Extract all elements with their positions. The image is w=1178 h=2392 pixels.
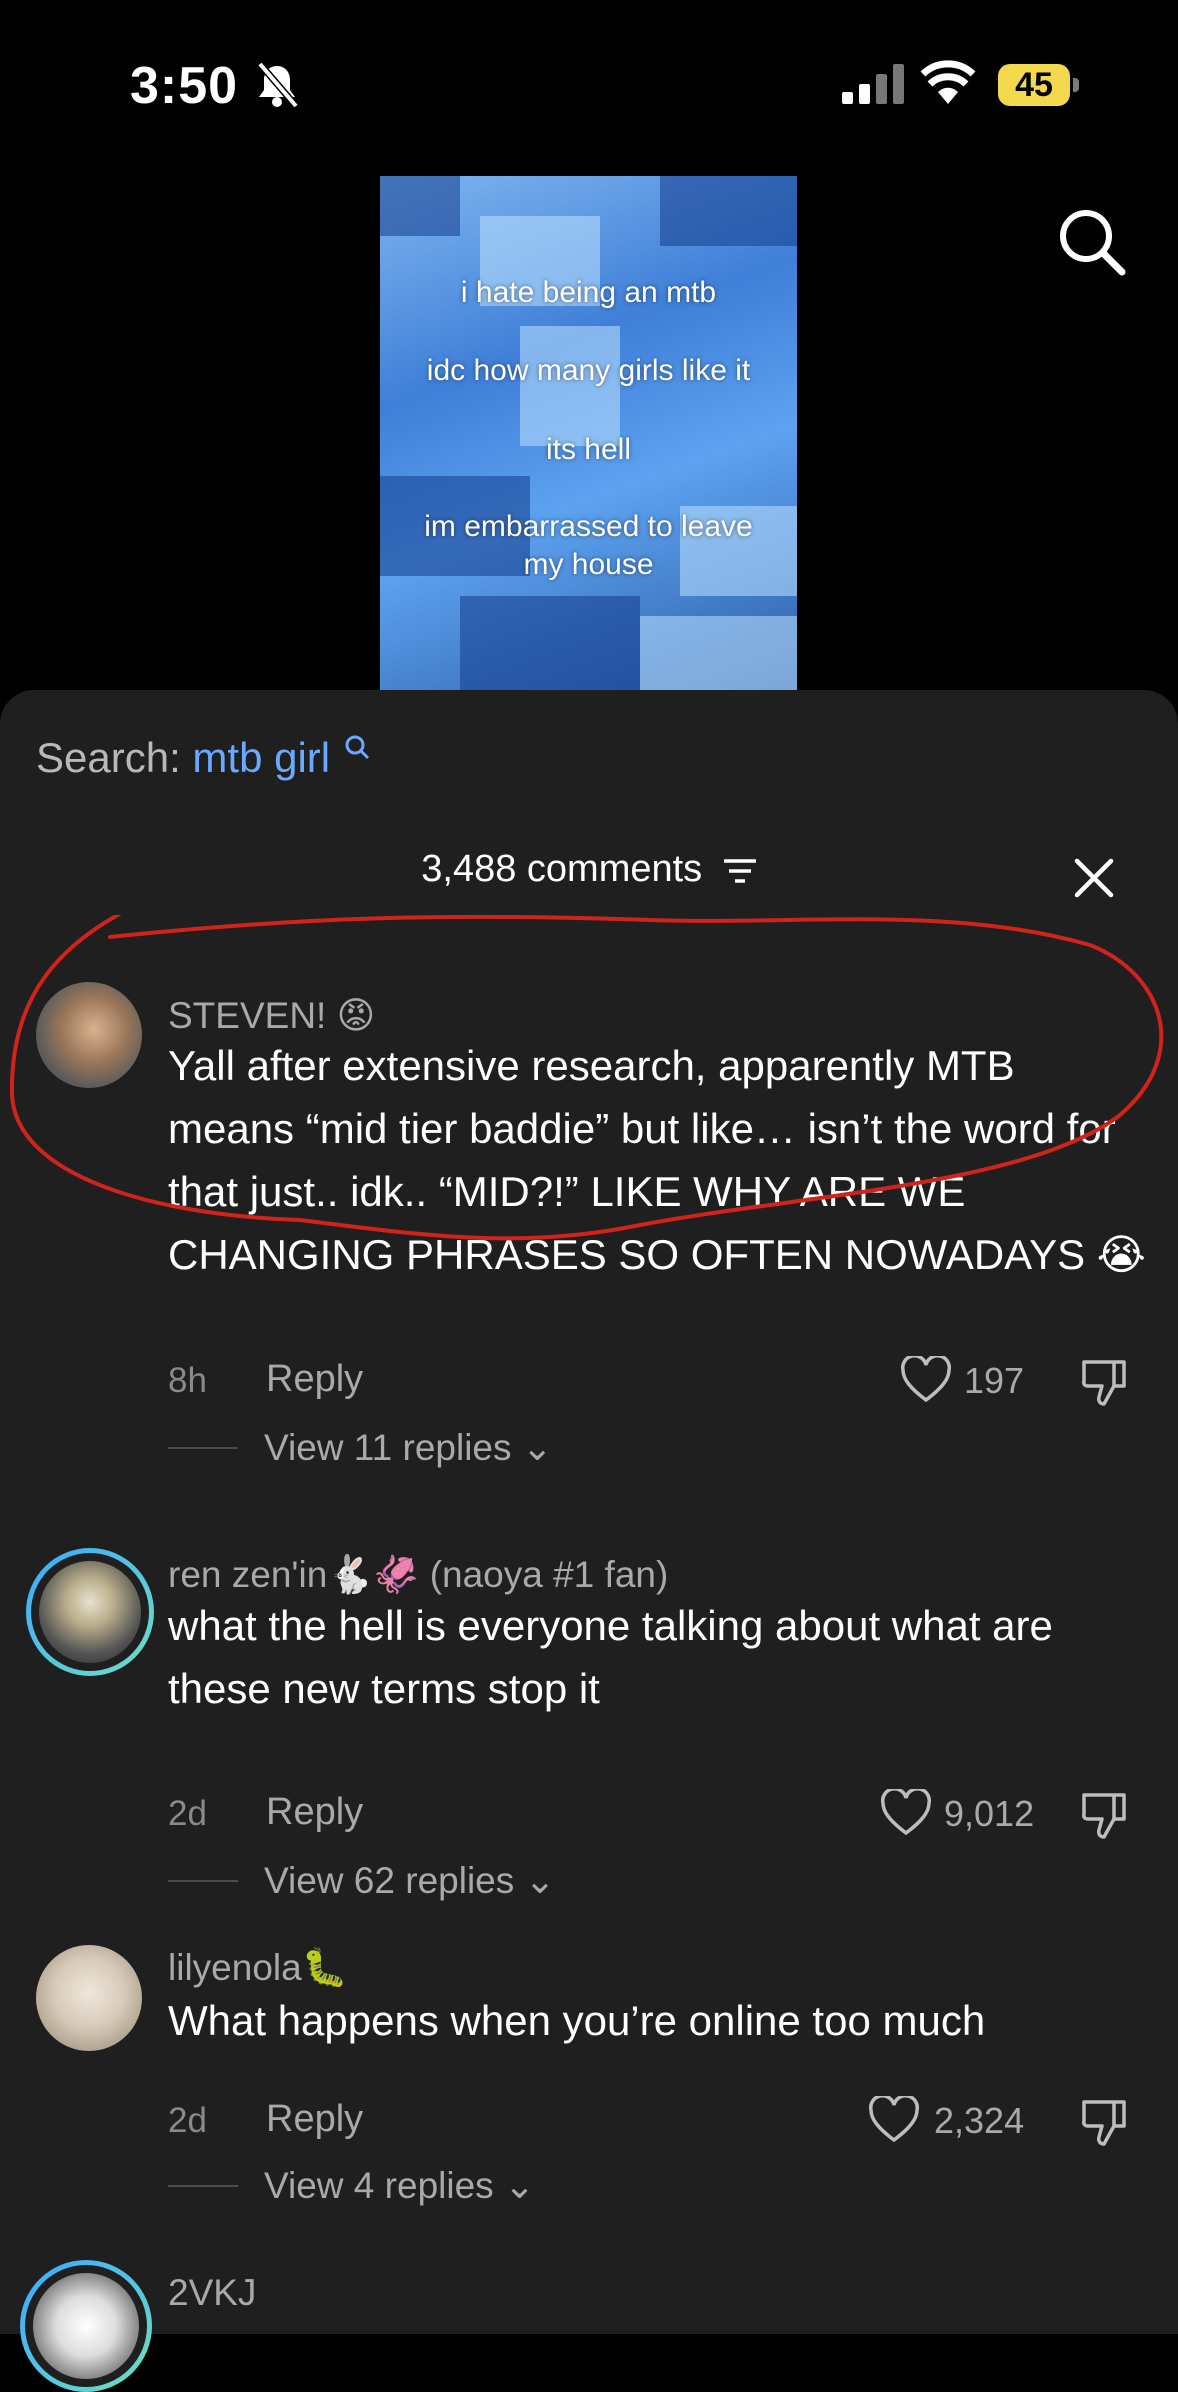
battery-indicator: 45 <box>998 64 1070 106</box>
battery-nub <box>1073 78 1079 92</box>
small-search-icon <box>345 735 369 760</box>
comment-time: 2d <box>168 1794 207 1833</box>
dislike-icon[interactable] <box>1080 1789 1132 1841</box>
search-label: Search: <box>36 734 181 781</box>
video-caption-line: i hate being an mtb <box>460 276 717 309</box>
avatar <box>39 1561 141 1663</box>
reply-button[interactable]: Reply <box>266 1791 363 1834</box>
like-count: 9,012 <box>944 1793 1035 1834</box>
search-term-link[interactable]: mtb girl <box>192 734 330 781</box>
dislike-icon[interactable] <box>1080 1356 1132 1408</box>
avatar <box>33 2273 139 2379</box>
cellular-signal-icon <box>842 64 904 104</box>
bell-muted-icon <box>257 61 299 109</box>
search-icon[interactable] <box>1058 208 1128 278</box>
comments-header: 3,488 comments <box>0 848 1178 891</box>
avatar[interactable] <box>36 1945 142 2051</box>
avatar-story-ring[interactable] <box>26 1548 154 1676</box>
like-count: 2,324 <box>934 2100 1025 2141</box>
view-replies-label: View 11 replies <box>264 1427 512 1468</box>
view-replies-label: View 62 replies <box>264 1860 515 1901</box>
status-time: 3:50 <box>130 57 239 115</box>
comment-text: What happens when you’re online too much <box>168 1997 986 2044</box>
avatar-story-ring[interactable] <box>20 2260 152 2392</box>
like-count: 197 <box>964 1360 1025 1401</box>
divider <box>168 1880 238 1882</box>
chevron-down-icon: ⌄ <box>521 1427 553 1468</box>
view-replies-button[interactable]: View 11 replies ⌄ <box>264 1426 553 1469</box>
dislike-icon[interactable] <box>1080 2096 1132 2148</box>
reply-button[interactable]: Reply <box>266 2098 363 2141</box>
heart-icon[interactable] <box>900 1356 952 1404</box>
video-caption-line: its hell <box>545 433 632 466</box>
view-replies-button[interactable]: View 62 replies ⌄ <box>264 1859 556 1902</box>
video-caption-line: im embarrassed to leave <box>424 510 753 543</box>
related-search[interactable]: Search: mtb girl <box>36 734 370 782</box>
heart-icon[interactable] <box>880 1789 932 1837</box>
comment-username[interactable]: 2VKJ <box>168 2272 256 2314</box>
status-bar: 3:50 45 <box>0 0 1178 170</box>
reply-button[interactable]: Reply <box>266 1358 363 1401</box>
comment-time: 2d <box>168 2101 207 2140</box>
divider <box>168 1447 238 1449</box>
close-icon[interactable] <box>1074 858 1114 898</box>
heart-icon[interactable] <box>868 2096 920 2144</box>
comment-time: 8h <box>168 1361 207 1400</box>
video-thumbnail[interactable]: i hate being an mtb idc how many girls l… <box>380 176 797 690</box>
divider <box>168 2185 238 2187</box>
comment-username[interactable]: lilyenola🐛 <box>168 1947 348 1990</box>
comments-sheet: Search: mtb girl 3,488 comments STEVEN! … <box>0 690 1178 2387</box>
view-replies-button[interactable]: View 4 replies ⌄ <box>264 2164 535 2207</box>
video-caption-line: idc how many girls like it <box>426 354 751 387</box>
wifi-icon <box>920 60 976 104</box>
comment-username[interactable]: ren zen'in🐇🦑 (naoya #1 fan) <box>168 1554 668 1597</box>
chevron-down-icon: ⌄ <box>524 1860 556 1901</box>
comment-text: what the hell is everyone talking about … <box>168 1602 1053 1712</box>
video-caption-line: my house <box>523 548 654 581</box>
annotation-scribble <box>9 915 1164 1241</box>
sort-filter-icon[interactable] <box>723 857 757 885</box>
view-replies-label: View 4 replies <box>264 2165 494 2206</box>
comment-count: 3,488 comments <box>421 848 703 890</box>
chevron-down-icon: ⌄ <box>503 2165 535 2206</box>
